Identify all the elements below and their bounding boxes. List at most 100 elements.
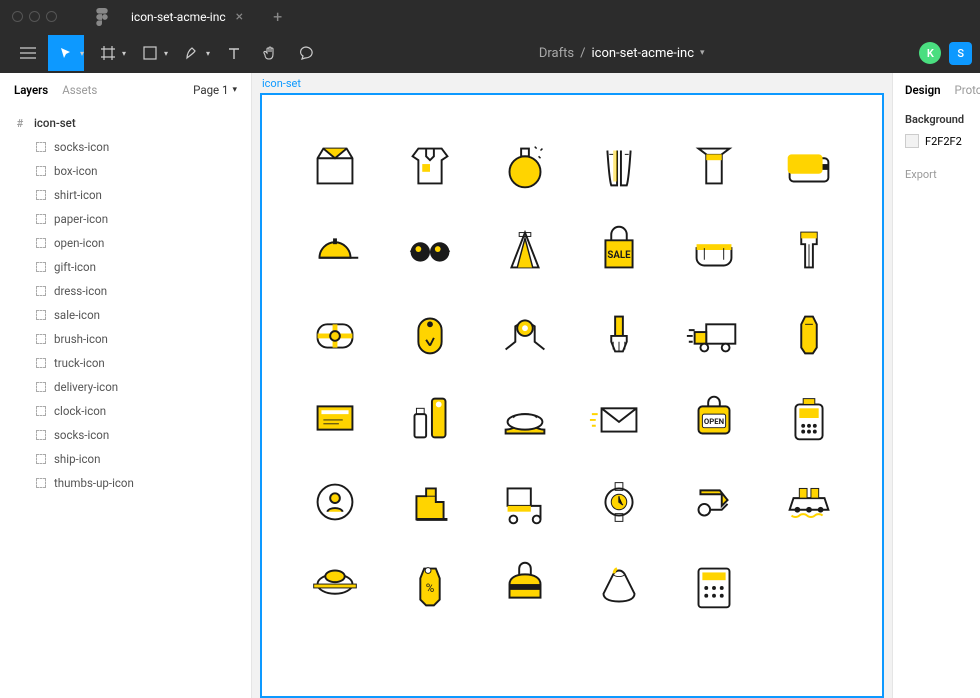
text-tool[interactable] bbox=[216, 35, 252, 71]
close-tab-icon[interactable]: × bbox=[236, 9, 243, 25]
titlebar: icon-set-acme-inc × + bbox=[0, 0, 980, 33]
component-icon bbox=[36, 286, 46, 296]
right-panel: Design Proto Background F2F2F2 Export bbox=[892, 73, 980, 698]
tab-prototype[interactable]: Proto bbox=[955, 83, 980, 97]
canvas-icon[interactable] bbox=[481, 471, 568, 533]
chevron-down-icon[interactable]: ▾ bbox=[80, 49, 84, 58]
canvas-icon[interactable] bbox=[576, 303, 663, 365]
layer-item[interactable]: ship-icon bbox=[0, 447, 251, 471]
background-label: Background bbox=[905, 113, 968, 126]
layer-item[interactable]: socks-icon bbox=[0, 423, 251, 447]
canvas-icon[interactable] bbox=[481, 219, 568, 281]
canvas-icon[interactable] bbox=[387, 219, 474, 281]
chevron-down-icon[interactable]: ▾ bbox=[122, 49, 126, 58]
component-icon bbox=[36, 358, 46, 368]
canvas-icon[interactable] bbox=[292, 387, 379, 449]
canvas-icon[interactable] bbox=[765, 219, 852, 281]
layer-item[interactable]: dress-icon bbox=[0, 279, 251, 303]
component-icon bbox=[36, 478, 46, 488]
canvas-icon[interactable] bbox=[387, 303, 474, 365]
canvas-icon[interactable] bbox=[387, 471, 474, 533]
layer-item[interactable]: open-icon bbox=[0, 231, 251, 255]
canvas-icon[interactable] bbox=[671, 555, 758, 617]
icon-grid: SALE OPEN% bbox=[292, 135, 852, 617]
breadcrumb-file: icon-set-acme-inc bbox=[591, 46, 694, 61]
canvas-icon[interactable] bbox=[765, 387, 852, 449]
layer-item[interactable]: sale-icon bbox=[0, 303, 251, 327]
canvas-icon[interactable] bbox=[576, 555, 663, 617]
background-row[interactable]: F2F2F2 bbox=[905, 134, 968, 148]
canvas-icon[interactable]: SALE bbox=[576, 219, 663, 281]
frame-label[interactable]: icon-set bbox=[262, 77, 301, 90]
canvas-icon[interactable] bbox=[292, 303, 379, 365]
canvas-icon[interactable] bbox=[292, 555, 379, 617]
shape-tool[interactable] bbox=[132, 35, 168, 71]
background-swatch[interactable] bbox=[905, 134, 919, 148]
maximize-dot[interactable] bbox=[46, 11, 57, 22]
layer-item[interactable]: box-icon bbox=[0, 159, 251, 183]
layer-item[interactable]: truck-icon bbox=[0, 351, 251, 375]
main-menu-button[interactable] bbox=[8, 35, 48, 71]
layer-tree: # icon-set socks-iconbox-iconshirt-iconp… bbox=[0, 107, 251, 698]
component-icon bbox=[36, 238, 46, 248]
artboard[interactable]: SALE OPEN% bbox=[260, 93, 884, 698]
tab-layers[interactable]: Layers bbox=[14, 83, 48, 97]
canvas-icon[interactable]: % bbox=[387, 555, 474, 617]
canvas-icon[interactable] bbox=[765, 303, 852, 365]
minimize-dot[interactable] bbox=[29, 11, 40, 22]
layer-item[interactable]: thumbs-up-icon bbox=[0, 471, 251, 495]
share-button[interactable]: S bbox=[949, 42, 972, 65]
canvas-icon[interactable] bbox=[765, 471, 852, 533]
canvas-icon[interactable] bbox=[292, 219, 379, 281]
export-section[interactable]: Export bbox=[905, 168, 968, 181]
layer-frame[interactable]: # icon-set bbox=[0, 111, 251, 135]
chevron-down-icon[interactable]: ▾ bbox=[700, 48, 705, 58]
canvas-icon[interactable] bbox=[481, 555, 568, 617]
background-value: F2F2F2 bbox=[925, 135, 962, 148]
layer-item[interactable]: socks-icon bbox=[0, 135, 251, 159]
canvas-icon[interactable] bbox=[576, 471, 663, 533]
canvas-icon[interactable] bbox=[481, 387, 568, 449]
tab-assets[interactable]: Assets bbox=[62, 83, 97, 97]
canvas-icon[interactable] bbox=[292, 135, 379, 197]
breadcrumb-location: Drafts bbox=[539, 46, 574, 61]
move-tool[interactable] bbox=[48, 35, 84, 71]
breadcrumb[interactable]: Drafts / icon-set-acme-inc ▾ bbox=[539, 46, 705, 61]
chevron-down-icon: ▾ bbox=[232, 85, 237, 95]
pen-tool[interactable] bbox=[174, 35, 210, 71]
hand-tool[interactable] bbox=[252, 35, 288, 71]
close-dot[interactable] bbox=[12, 11, 23, 22]
layer-item[interactable]: clock-icon bbox=[0, 399, 251, 423]
chevron-down-icon[interactable]: ▾ bbox=[206, 49, 210, 58]
canvas-icon[interactable] bbox=[481, 135, 568, 197]
chevron-down-icon[interactable]: ▾ bbox=[164, 49, 168, 58]
canvas[interactable]: icon-set SALE OPEN% bbox=[252, 73, 892, 698]
svg-text:SALE: SALE bbox=[608, 250, 632, 261]
layer-item[interactable]: shirt-icon bbox=[0, 183, 251, 207]
layer-item[interactable]: brush-icon bbox=[0, 327, 251, 351]
layer-item[interactable]: paper-icon bbox=[0, 207, 251, 231]
new-tab-button[interactable]: + bbox=[273, 7, 282, 26]
avatar[interactable]: K bbox=[919, 42, 941, 64]
canvas-icon[interactable] bbox=[576, 387, 663, 449]
comment-tool[interactable] bbox=[288, 35, 324, 71]
canvas-icon[interactable] bbox=[671, 135, 758, 197]
tab-design[interactable]: Design bbox=[905, 83, 941, 97]
canvas-icon[interactable] bbox=[671, 303, 758, 365]
canvas-icon[interactable] bbox=[292, 471, 379, 533]
canvas-icon[interactable] bbox=[671, 219, 758, 281]
canvas-icon[interactable] bbox=[576, 135, 663, 197]
canvas-icon[interactable] bbox=[387, 135, 474, 197]
frame-tool[interactable] bbox=[90, 35, 126, 71]
page-selector[interactable]: Page 1 ▾ bbox=[193, 83, 237, 97]
canvas-icon[interactable] bbox=[481, 303, 568, 365]
canvas-icon[interactable] bbox=[671, 471, 758, 533]
canvas-icon[interactable] bbox=[765, 135, 852, 197]
layer-item[interactable]: delivery-icon bbox=[0, 375, 251, 399]
canvas-icon[interactable] bbox=[387, 387, 474, 449]
layer-item[interactable]: gift-icon bbox=[0, 255, 251, 279]
file-tab[interactable]: icon-set-acme-inc × bbox=[117, 0, 257, 33]
canvas-icon[interactable]: OPEN bbox=[671, 387, 758, 449]
component-icon bbox=[36, 310, 46, 320]
component-icon bbox=[36, 430, 46, 440]
